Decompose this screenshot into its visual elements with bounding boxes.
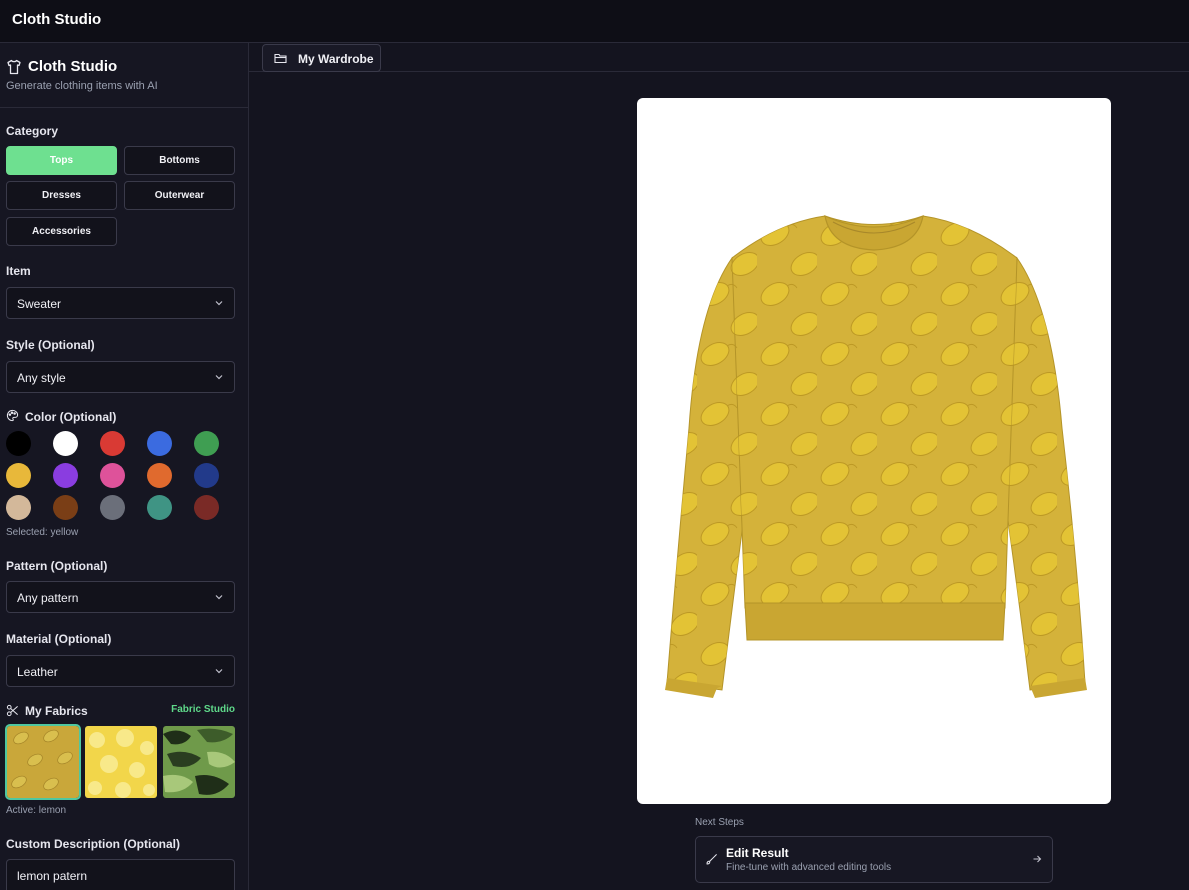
- sidebar-subtitle: Generate clothing items with AI: [6, 80, 158, 92]
- item-select[interactable]: Sweater: [6, 287, 235, 319]
- color-swatch-red[interactable]: [100, 431, 125, 456]
- edit-result-description: Fine-tune with advanced editing tools: [726, 862, 892, 873]
- result-image: [637, 98, 1111, 804]
- color-swatch-white[interactable]: [53, 431, 78, 456]
- color-swatch-maroon[interactable]: [194, 495, 219, 520]
- description-label: Custom Description (Optional): [6, 837, 180, 851]
- style-select[interactable]: Any style: [6, 361, 235, 393]
- style-label: Style (Optional): [6, 338, 95, 352]
- category-accessories-button[interactable]: Accessories: [6, 217, 117, 246]
- category-outerwear-button[interactable]: Outerwear: [124, 181, 235, 210]
- top-bar: Cloth Studio: [0, 0, 1189, 43]
- fabrics-label: My Fabrics: [25, 704, 88, 718]
- chevron-down-icon: [215, 375, 223, 380]
- fabric-yellow-thumbnail[interactable]: [85, 726, 157, 798]
- app-title: Cloth Studio: [12, 11, 102, 28]
- fabric-camo-thumbnail[interactable]: [163, 726, 235, 798]
- description-input[interactable]: lemon patern: [6, 859, 235, 890]
- item-select-value: Sweater: [17, 297, 62, 311]
- color-swatch-blue[interactable]: [147, 431, 172, 456]
- description-input-value: lemon patern: [17, 869, 88, 883]
- arrow-right-icon: [1033, 855, 1042, 863]
- folder-icon: [274, 53, 287, 64]
- color-swatch-pink[interactable]: [100, 463, 125, 488]
- pattern-select[interactable]: Any pattern: [6, 581, 235, 613]
- color-swatch-purple[interactable]: [53, 463, 78, 488]
- tab-my-wardrobe[interactable]: My Wardrobe: [262, 44, 381, 72]
- sidebar-header: Cloth Studio Generate clothing items wit…: [0, 43, 248, 108]
- tab-my-wardrobe-label: My Wardrobe: [298, 52, 374, 66]
- active-fabric-text: Active: lemon: [6, 805, 67, 816]
- fabric-lemon-thumbnail[interactable]: [5, 724, 81, 800]
- material-select[interactable]: Leather: [6, 655, 235, 687]
- color-swatch-brown[interactable]: [53, 495, 78, 520]
- scissors-icon: [6, 704, 18, 717]
- edit-result-title: Edit Result: [726, 846, 789, 860]
- color-swatch-gray[interactable]: [100, 495, 125, 520]
- color-swatch-orange[interactable]: [147, 463, 172, 488]
- color-swatch-navy[interactable]: [194, 463, 219, 488]
- pattern-label: Pattern (Optional): [6, 559, 108, 573]
- sidebar: Cloth Studio Generate clothing items wit…: [0, 43, 249, 890]
- color-label: Color (Optional): [25, 410, 117, 424]
- material-select-value: Leather: [17, 665, 58, 679]
- selected-color-text: Selected: yellow: [6, 527, 79, 538]
- style-select-value: Any style: [17, 371, 66, 385]
- color-swatch-beige[interactable]: [6, 495, 31, 520]
- color-swatch-yellow[interactable]: [6, 463, 31, 488]
- pattern-select-value: Any pattern: [17, 591, 79, 605]
- chevron-down-icon: [215, 595, 223, 600]
- shirt-icon: [7, 59, 21, 75]
- tab-bar: My Wardrobe: [249, 43, 1189, 72]
- chevron-down-icon: [215, 301, 223, 306]
- next-steps-label: Next Steps: [695, 817, 744, 828]
- sidebar-title: Cloth Studio: [28, 58, 118, 75]
- palette-icon: [6, 409, 19, 422]
- chevron-down-icon: [215, 669, 223, 674]
- brush-icon: [706, 854, 717, 865]
- material-label: Material (Optional): [6, 632, 112, 646]
- color-swatch-black[interactable]: [6, 431, 31, 456]
- color-swatch-teal[interactable]: [147, 495, 172, 520]
- category-dresses-button[interactable]: Dresses: [6, 181, 117, 210]
- category-label: Category: [6, 124, 59, 138]
- category-tops-button[interactable]: Tops: [6, 146, 117, 175]
- item-label: Item: [6, 264, 31, 278]
- category-bottoms-button[interactable]: Bottoms: [124, 146, 235, 175]
- color-swatch-green[interactable]: [194, 431, 219, 456]
- fabric-studio-link[interactable]: Fabric Studio: [171, 704, 235, 715]
- edit-result-button[interactable]: Edit Result Fine-tune with advanced edit…: [695, 836, 1053, 883]
